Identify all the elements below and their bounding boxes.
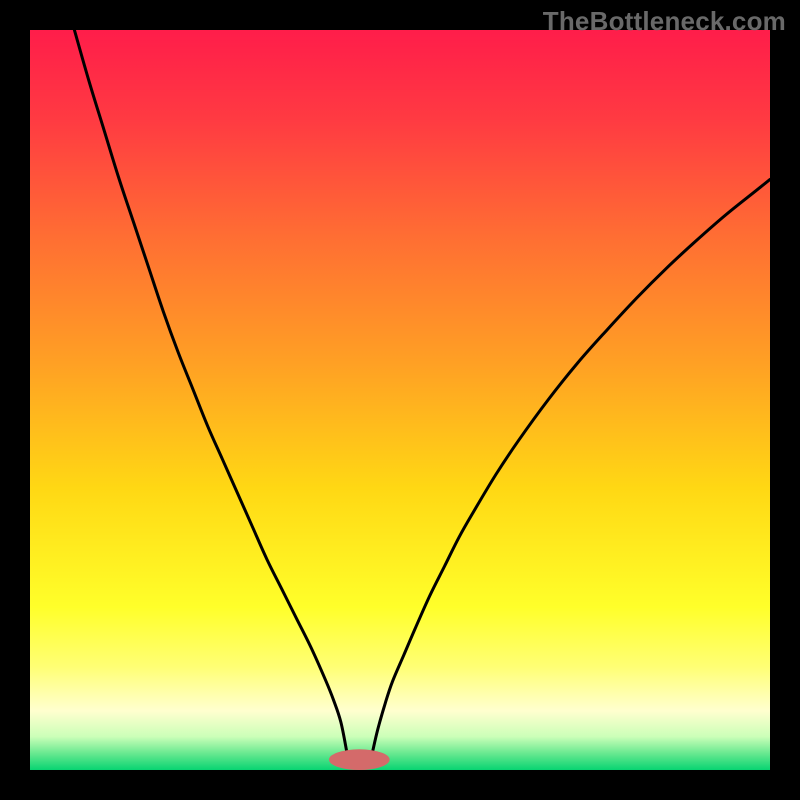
gradient-background <box>30 30 770 770</box>
plot-area <box>30 30 770 770</box>
chart-svg <box>30 30 770 770</box>
optimal-point-marker <box>329 749 390 770</box>
watermark-text: TheBottleneck.com <box>543 6 786 37</box>
outer-frame: TheBottleneck.com <box>0 0 800 800</box>
